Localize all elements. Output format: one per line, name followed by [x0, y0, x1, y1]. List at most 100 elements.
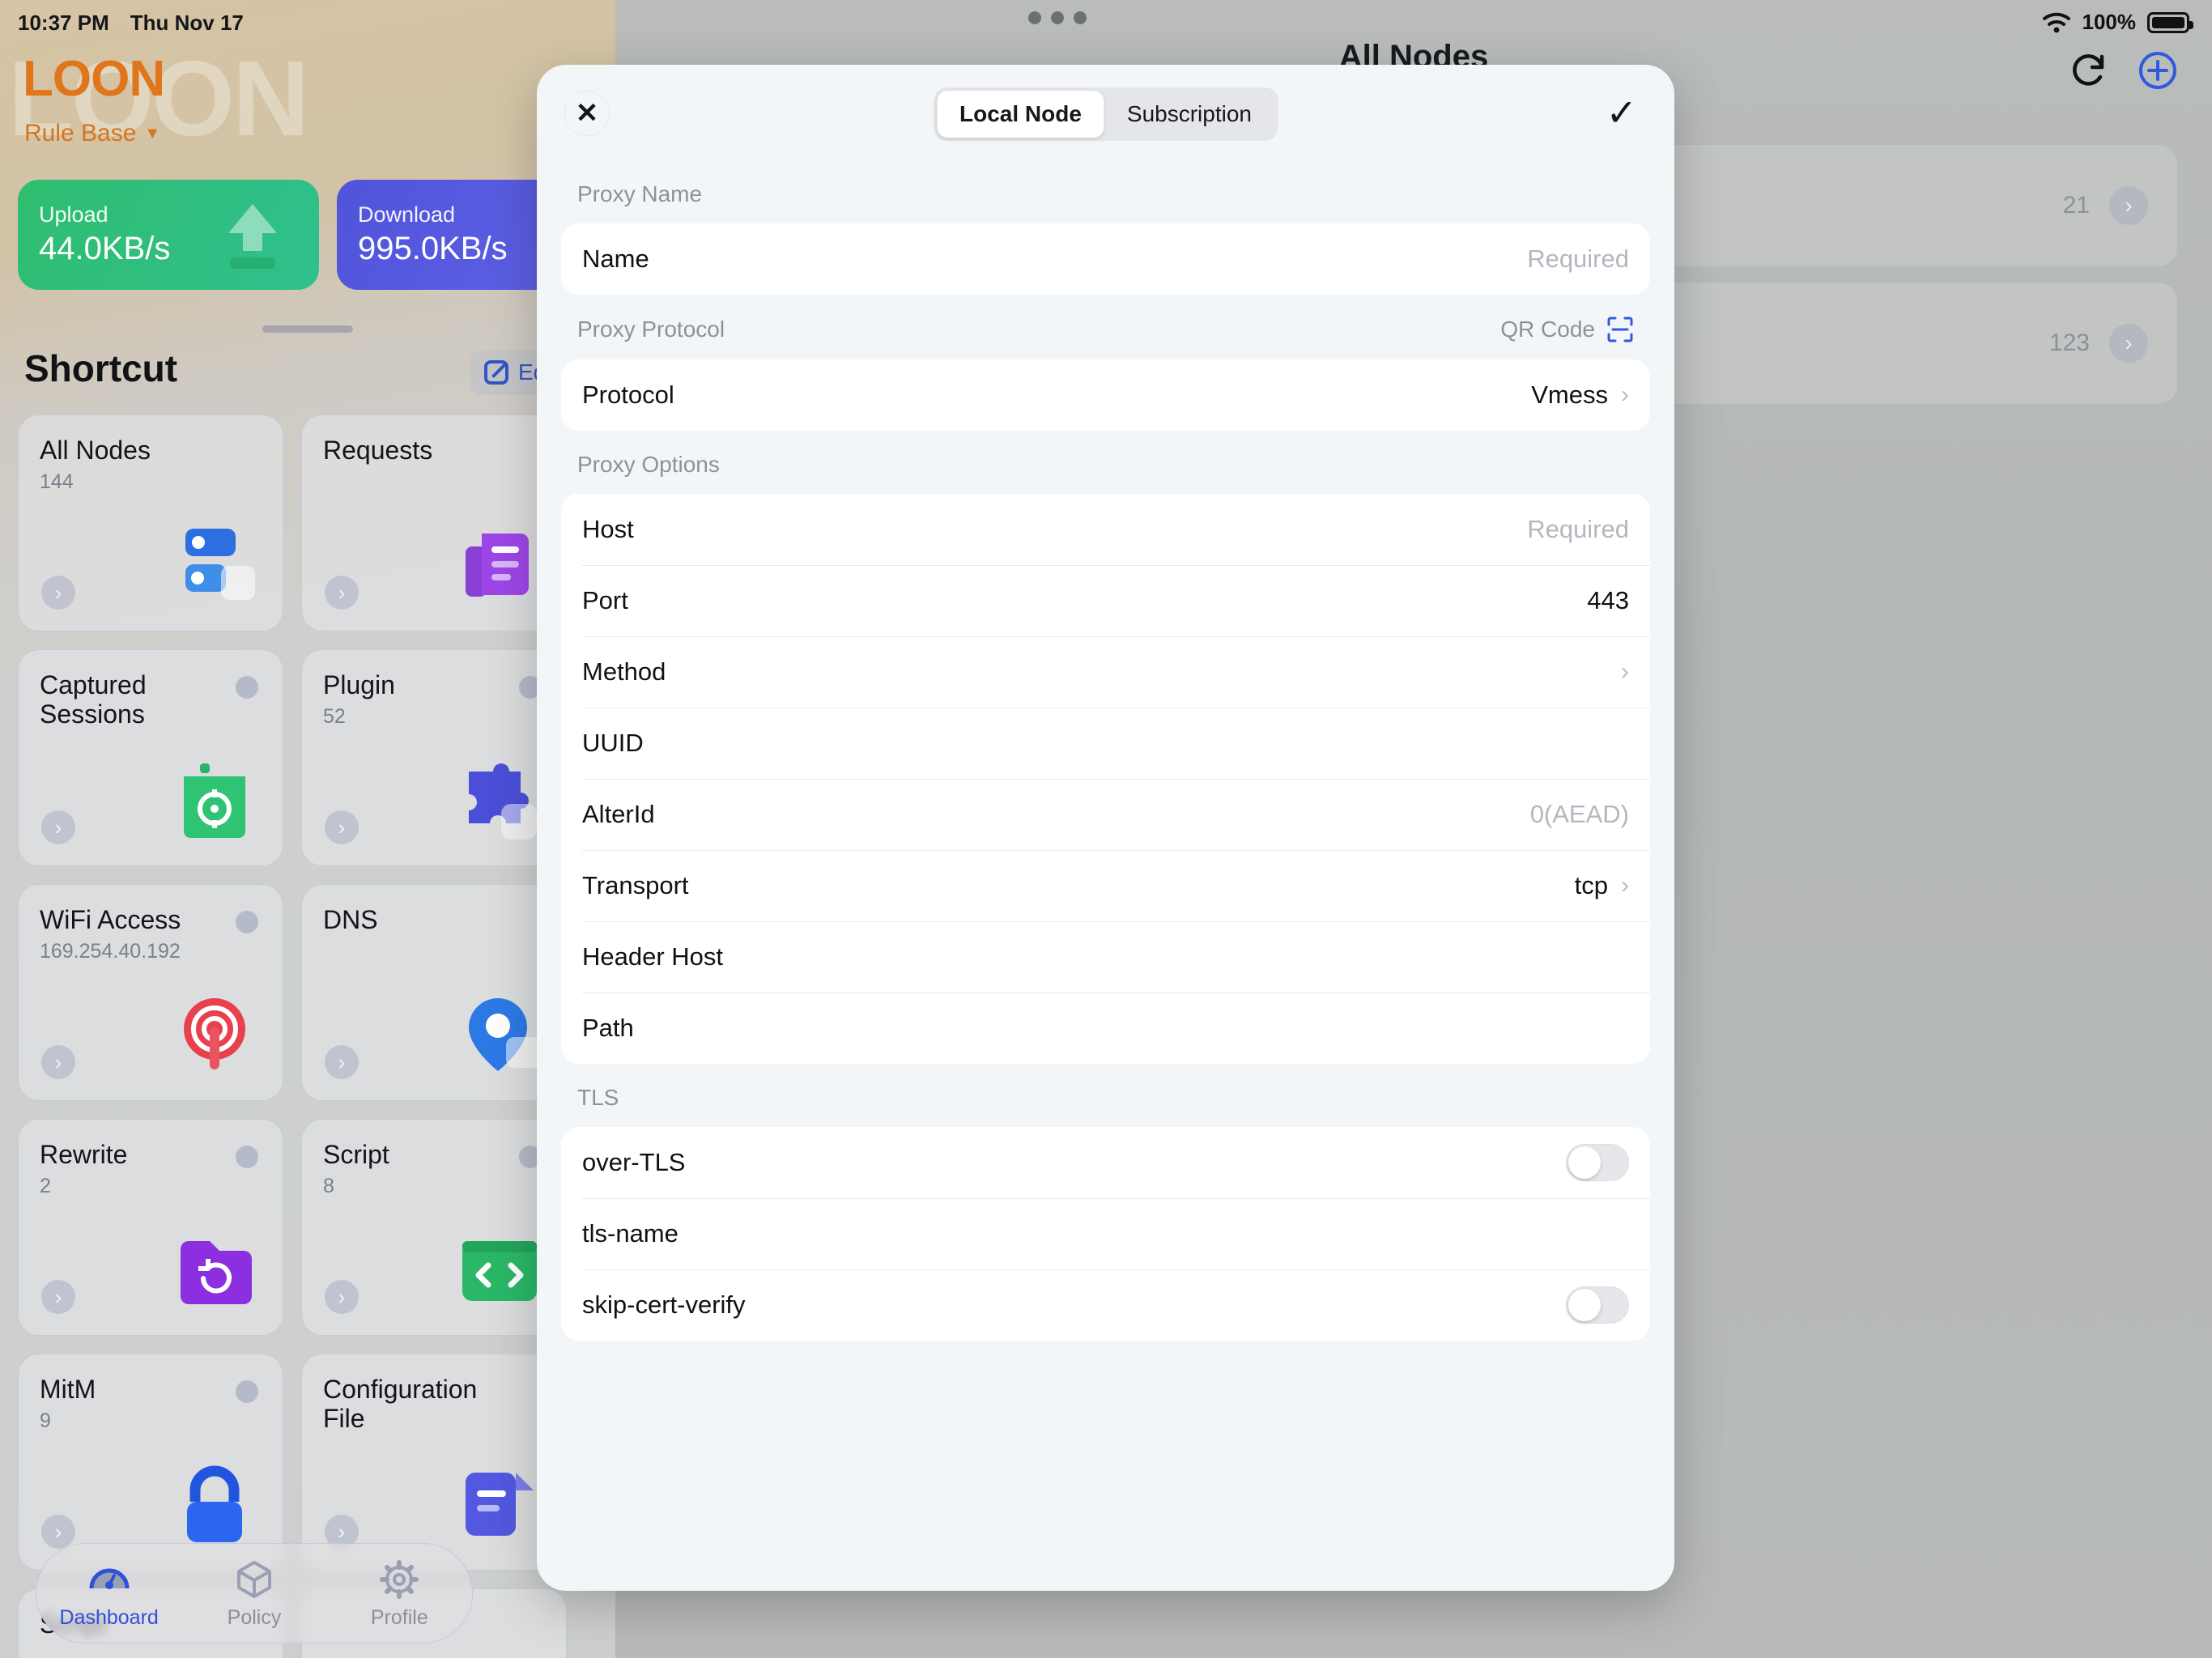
- shortcut-card-captured-sessions[interactable]: Captured Sessions ›: [18, 649, 283, 866]
- right-pane-actions: [2069, 50, 2178, 91]
- node-count: 21: [2062, 192, 2090, 219]
- shortcut-card-configuration-file[interactable]: Configuration File ›: [301, 1354, 567, 1571]
- row-label-tls-name: tls-name: [582, 1219, 678, 1248]
- edit-pencil-icon: [484, 360, 508, 385]
- shortcut-card-requests[interactable]: Requests ›: [301, 414, 567, 631]
- node-count: 123: [2048, 329, 2090, 356]
- row-value-protocol: Vmess: [1531, 380, 1608, 409]
- qr-code-action[interactable]: QR Code: [1500, 316, 1634, 343]
- shortcut-card-mitm[interactable]: MitM 9 ›: [18, 1354, 283, 1571]
- multitask-handle[interactable]: [1028, 11, 1087, 24]
- row-transport[interactable]: Transport tcp ›: [561, 850, 1650, 921]
- status-dot: [236, 911, 258, 933]
- upload-speed-card[interactable]: Upload 44.0KB/s: [18, 180, 319, 290]
- plus-circle-icon[interactable]: [2138, 50, 2178, 91]
- config-file-icon: [466, 1473, 534, 1536]
- row-label-alterid: AlterId: [582, 800, 655, 828]
- shortcut-card-title: Captured Sessions: [40, 670, 147, 729]
- row-name[interactable]: Name Required: [561, 223, 1650, 295]
- rule-base-selector[interactable]: Rule Base ▼: [24, 120, 160, 147]
- chevron-right-icon[interactable]: ›: [325, 1280, 359, 1314]
- shortcut-card-wifi-access[interactable]: WiFi Access 169.254.40.192 ›: [18, 884, 283, 1101]
- row-label-over-tls: over-TLS: [582, 1148, 686, 1176]
- tab-policy[interactable]: Policy: [194, 1558, 315, 1630]
- row-skip-cert-verify[interactable]: skip-cert-verify: [561, 1269, 1650, 1341]
- shortcut-card-title: Configuration File: [323, 1375, 478, 1433]
- chevron-right-icon[interactable]: ›: [325, 1045, 359, 1079]
- status-dot: [236, 676, 258, 699]
- row-header-host[interactable]: Header Host: [561, 921, 1650, 993]
- close-icon[interactable]: ✕: [564, 91, 610, 136]
- shortcut-card-title: DNS: [323, 905, 378, 934]
- shortcut-section-title: Shortcut: [24, 347, 178, 389]
- row-value-name: Required: [1527, 244, 1629, 273]
- shortcut-card-all-nodes[interactable]: All Nodes 144 ›: [18, 414, 283, 631]
- shortcut-card-rewrite[interactable]: Rewrite 2 ›: [18, 1119, 283, 1336]
- gear-icon: [380, 1559, 419, 1599]
- row-uuid[interactable]: UUID: [561, 708, 1650, 779]
- toggle-skip-cert-verify[interactable]: [1566, 1286, 1629, 1324]
- status-date: Thu Nov 17: [130, 10, 244, 35]
- loon-dashboard-pane: 10:37 PM Thu Nov 17 LOON LOON Rule Base …: [0, 0, 615, 1658]
- tab-dashboard-label: Dashboard: [59, 1605, 159, 1629]
- section-title: Proxy Name: [577, 181, 703, 206]
- row-value-alterid: 0(AEAD): [1529, 800, 1629, 828]
- battery-percent: 100%: [2082, 10, 2137, 34]
- section-header: TLS: [561, 1064, 1650, 1127]
- rule-base-label: Rule Base: [24, 120, 137, 147]
- puzzle-icon: [469, 763, 537, 840]
- refresh-icon[interactable]: [2069, 51, 2108, 90]
- shortcut-card-subtitle: 52: [323, 704, 346, 728]
- shortcut-card-script[interactable]: Script 8 ›: [301, 1119, 567, 1336]
- settings-group: over-TLS tls-name skip-cert-verify: [561, 1127, 1650, 1341]
- row-value-host: Required: [1527, 515, 1629, 543]
- shortcut-card-dns[interactable]: DNS ›: [301, 884, 567, 1101]
- segment-local-node[interactable]: Local Node: [936, 91, 1104, 138]
- chevron-right-icon[interactable]: ›: [325, 810, 359, 844]
- shortcut-card-plugin[interactable]: Plugin 52 ›: [301, 649, 567, 866]
- qr-scan-icon[interactable]: [1606, 316, 1634, 343]
- chevron-right-icon[interactable]: ›: [41, 1280, 75, 1314]
- toggle-over-tls[interactable]: [1566, 1144, 1629, 1181]
- row-path[interactable]: Path: [561, 993, 1650, 1064]
- cube-icon: [236, 1560, 271, 1598]
- section-header: Proxy Name: [561, 160, 1650, 223]
- chevron-right-icon[interactable]: ›: [41, 576, 75, 610]
- section-title: TLS: [577, 1085, 619, 1110]
- row-protocol[interactable]: Protocol Vmess ›: [561, 359, 1650, 431]
- section-title: Proxy Options: [577, 452, 720, 477]
- toggle-knob: [1568, 1146, 1601, 1179]
- chevron-right-icon[interactable]: ›: [325, 576, 359, 610]
- tab-profile[interactable]: Profile: [338, 1558, 460, 1630]
- row-host[interactable]: Host Required: [561, 494, 1650, 565]
- folder-sync-icon: [181, 1241, 252, 1304]
- capture-trash-icon: [184, 763, 245, 838]
- sheet-grabber[interactable]: [262, 325, 353, 333]
- shortcut-card-title: Script: [323, 1140, 389, 1169]
- status-dot: [236, 1146, 258, 1168]
- row-port[interactable]: Port 443: [561, 565, 1650, 636]
- broadcast-icon: [184, 998, 245, 1069]
- chevron-right-icon: ›: [1621, 872, 1629, 899]
- row-value-transport: tcp: [1574, 871, 1608, 899]
- checkmark-icon[interactable]: ✓: [1606, 94, 1637, 131]
- shortcut-card-title: MitM: [40, 1375, 96, 1404]
- row-alterid[interactable]: AlterId 0(AEAD): [561, 779, 1650, 850]
- chevron-right-icon[interactable]: ›: [41, 1515, 75, 1549]
- segment-subscription[interactable]: Subscription: [1104, 91, 1274, 138]
- chevron-right-icon[interactable]: ›: [2109, 186, 2148, 225]
- chevron-down-icon: ▼: [144, 125, 161, 142]
- code-window-icon: [462, 1241, 537, 1301]
- chevron-right-icon[interactable]: ›: [41, 810, 75, 844]
- tab-dashboard[interactable]: Dashboard: [49, 1558, 170, 1630]
- chevron-right-icon[interactable]: ›: [41, 1045, 75, 1079]
- modal-form: Proxy Name Name Required Proxy Protocol QR C…: [537, 160, 1674, 1341]
- row-tls-name[interactable]: tls-name: [561, 1198, 1650, 1269]
- chevron-right-icon[interactable]: ›: [2109, 324, 2148, 363]
- row-method[interactable]: Method ›: [561, 636, 1650, 708]
- row-label-method: Method: [582, 657, 666, 686]
- chevron-right-icon: ›: [1621, 658, 1629, 685]
- loon-wordmark: LOON: [23, 51, 165, 107]
- shortcut-card-subtitle: 8: [323, 1174, 334, 1197]
- row-over-tls[interactable]: over-TLS: [561, 1127, 1650, 1198]
